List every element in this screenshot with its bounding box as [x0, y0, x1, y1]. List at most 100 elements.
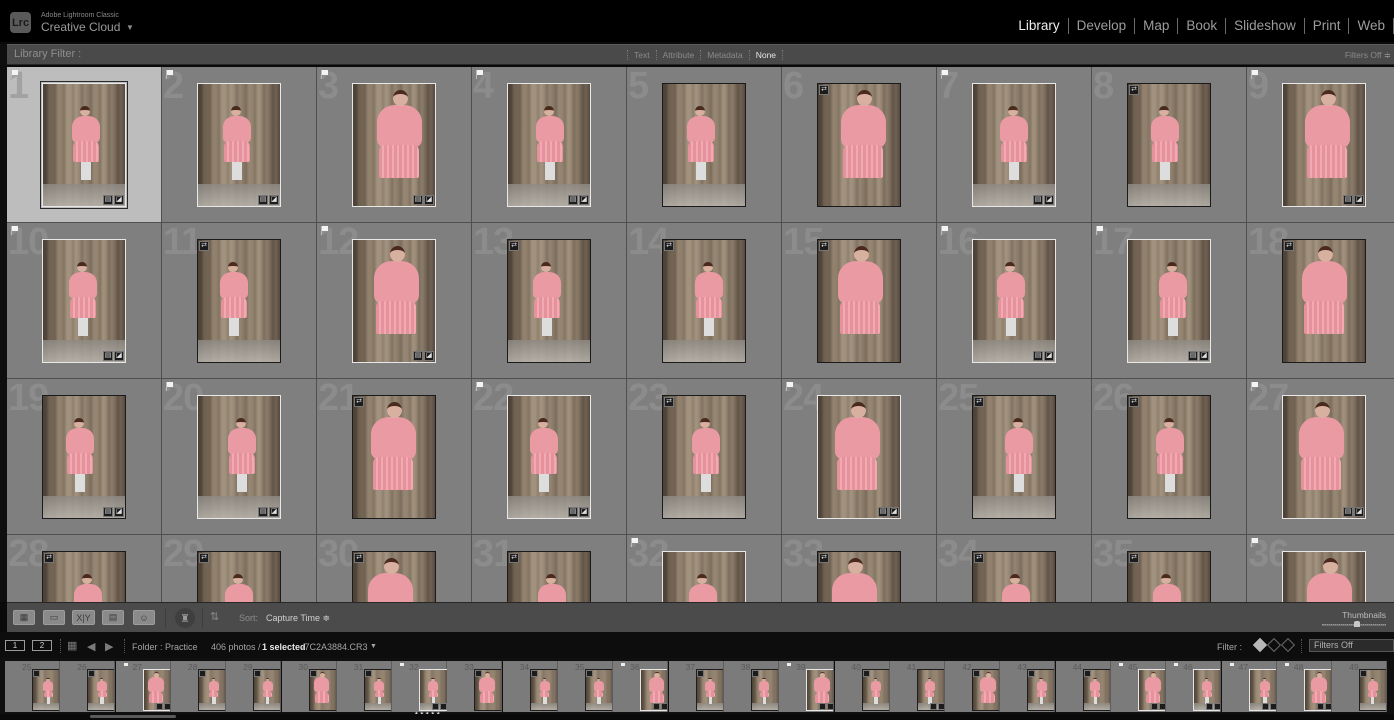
filmstrip-thumbnail[interactable] [419, 669, 449, 711]
develop-settings-badge-icon[interactable]: ⇄ [819, 85, 829, 95]
grid-cell[interactable]: 36▤◪ [1247, 535, 1394, 602]
grid-cell[interactable]: 5 [627, 67, 782, 223]
thumbnail[interactable]: ⇄ [817, 551, 901, 602]
filmstrip-item[interactable]: 28 [170, 661, 226, 712]
grid-cell[interactable]: 33 ⇄ [782, 535, 937, 602]
develop-settings-badge-icon[interactable]: ⇄ [974, 553, 984, 563]
filmstrip-thumbnail[interactable] [1082, 669, 1110, 711]
grid-cell[interactable]: 23 ⇄ [627, 379, 782, 535]
grid-cell[interactable]: 9 ▤ ◪ [1247, 67, 1394, 223]
filmstrip-thumbnail[interactable] [1359, 669, 1387, 711]
filmstrip-thumbnail[interactable] [474, 669, 502, 711]
module-book[interactable]: Book [1178, 18, 1227, 34]
filmstrip-item[interactable]: 38 [723, 661, 779, 712]
people-view-button[interactable]: ☺ [133, 610, 155, 625]
filmstrip-thumbnail[interactable] [806, 669, 834, 711]
grid-cell[interactable]: 27 ▤ ◪ [1247, 379, 1394, 535]
sort-order-dropdown[interactable]: Capture Time ≑ [266, 613, 330, 624]
filmstrip-thumbnail[interactable] [1027, 669, 1055, 711]
filmstrip-item[interactable]: 45 [1111, 661, 1166, 712]
filmstrip-item[interactable]: 33 [447, 661, 503, 712]
thumbnail[interactable]: ▤◪ [972, 83, 1056, 207]
thumbnail[interactable]: ⇄ [507, 551, 591, 602]
pick-flag-icon[interactable] [166, 70, 174, 79]
pick-flag-icon[interactable] [476, 70, 484, 79]
module-map[interactable]: Map [1135, 18, 1179, 34]
filmstrip-thumbnail[interactable] [308, 669, 336, 711]
grid-cell[interactable]: 13 ⇄ [472, 223, 627, 379]
filmstrip-thumbnail[interactable] [585, 669, 612, 711]
pick-flag-filter-icon[interactable] [1252, 637, 1268, 653]
grid-cell[interactable]: 26 ⇄ [1092, 379, 1247, 535]
grid-cell[interactable]: 11 ⇄ [162, 223, 317, 379]
compare-view-button[interactable]: X|Y [72, 610, 95, 625]
thumbnail[interactable]: ⇄ [352, 395, 436, 519]
thumbnail[interactable]: ▤◪ [197, 83, 281, 207]
adjusted-badge-icon[interactable]: ◪ [114, 195, 124, 205]
pick-flag-icon[interactable] [11, 226, 19, 235]
metadata-badge-icon[interactable]: ▤ [568, 507, 578, 517]
grid-cell[interactable]: 10 ▤ ◪ [7, 223, 162, 379]
filmstrip-thumbnail[interactable] [750, 669, 778, 711]
forward-arrow-icon[interactable]: ▶ [105, 640, 113, 653]
thumbnail[interactable]: ⇄ [1282, 239, 1366, 363]
grid-cell[interactable]: 30 ⇄ [317, 535, 472, 602]
grid-cell[interactable]: 19 ▤ ◪ [7, 379, 162, 535]
grid-cell[interactable]: 28 ⇄ [7, 535, 162, 602]
filter-tab-metadata[interactable]: Metadata [700, 50, 748, 60]
grid-cell[interactable]: 35 ⇄ [1092, 535, 1247, 602]
filmstrip-item[interactable]: 34 [502, 661, 558, 712]
module-library[interactable]: Library [1010, 18, 1069, 34]
secondary-screen-button[interactable]: 2 [32, 640, 52, 651]
filmstrip-item[interactable]: 31 [336, 661, 392, 712]
grid-cell[interactable]: 29 ⇄ [162, 535, 317, 602]
grid-icon[interactable]: ▦ [67, 639, 77, 652]
filmstrip-item[interactable]: 49 [1332, 661, 1388, 712]
thumbnail-size-slider[interactable] [1322, 621, 1386, 627]
thumbnail[interactable]: ⇄ [42, 551, 126, 602]
develop-settings-badge-icon[interactable]: ⇄ [44, 553, 54, 563]
filter-tab-attribute[interactable]: Attribute [655, 50, 701, 60]
develop-settings-badge-icon[interactable]: ⇄ [1129, 85, 1139, 95]
develop-settings-badge-icon[interactable]: ⇄ [509, 553, 519, 563]
filmstrip-item[interactable]: 35 [558, 661, 613, 712]
adjusted-badge-icon[interactable]: ◪ [1354, 507, 1364, 517]
adjusted-badge-icon[interactable]: ◪ [269, 195, 279, 205]
develop-settings-badge-icon[interactable]: ⇄ [664, 241, 674, 251]
thumbnail[interactable]: ▤◪ [40, 81, 128, 209]
filmstrip-thumbnail[interactable] [529, 669, 557, 711]
filmstrip-item[interactable]: 39 [779, 661, 835, 712]
filmstrip-thumbnail[interactable] [1138, 669, 1165, 711]
metadata-badge-icon[interactable]: ▤ [1188, 351, 1198, 361]
metadata-badge-icon[interactable]: ▤ [413, 195, 423, 205]
metadata-badge-icon[interactable]: ▤ [568, 195, 578, 205]
filmstrip-thumbnail[interactable] [363, 669, 391, 711]
develop-settings-badge-icon[interactable]: ⇄ [199, 553, 209, 563]
pick-flag-icon[interactable] [476, 382, 484, 391]
pick-flag-icon[interactable] [11, 70, 19, 79]
thumbnail[interactable]: ▤◪ [507, 83, 591, 207]
thumbnail[interactable]: ▤◪ [197, 395, 281, 519]
grid-cell[interactable]: 20 ▤ ◪ [162, 379, 317, 535]
grid-cell[interactable]: 31 ⇄ [472, 535, 627, 602]
survey-view-button[interactable]: ▤ [102, 610, 124, 625]
filmstrip-item[interactable]: 41 [889, 661, 945, 712]
thumbnail[interactable]: ▤◪ [507, 395, 591, 519]
grid-cell[interactable]: 3 ▤ ◪ [317, 67, 472, 223]
metadata-badge-icon[interactable]: ▤ [103, 195, 113, 205]
grid-cell[interactable]: 7 ▤ ◪ [937, 67, 1092, 223]
rejected-filter-icon[interactable] [1280, 637, 1296, 653]
module-develop[interactable]: Develop [1069, 18, 1136, 34]
module-slideshow[interactable]: Slideshow [1226, 18, 1305, 34]
thumbnail[interactable]: ▤◪ [662, 551, 746, 602]
adjusted-badge-icon[interactable]: ◪ [579, 507, 589, 517]
module-web[interactable]: Web [1349, 18, 1394, 34]
metadata-badge-icon[interactable]: ▤ [103, 351, 113, 361]
pick-flag-icon[interactable] [631, 538, 639, 547]
grid-cell[interactable]: 14 ⇄ [627, 223, 782, 379]
adjusted-badge-icon[interactable]: ◪ [1199, 351, 1209, 361]
thumbnail[interactable]: ⇄ [662, 239, 746, 363]
grid-cell[interactable]: 12 ▤ ◪ [317, 223, 472, 379]
back-arrow-icon[interactable]: ◀ [87, 640, 95, 653]
grid-cell[interactable]: 6 ⇄ [782, 67, 937, 223]
